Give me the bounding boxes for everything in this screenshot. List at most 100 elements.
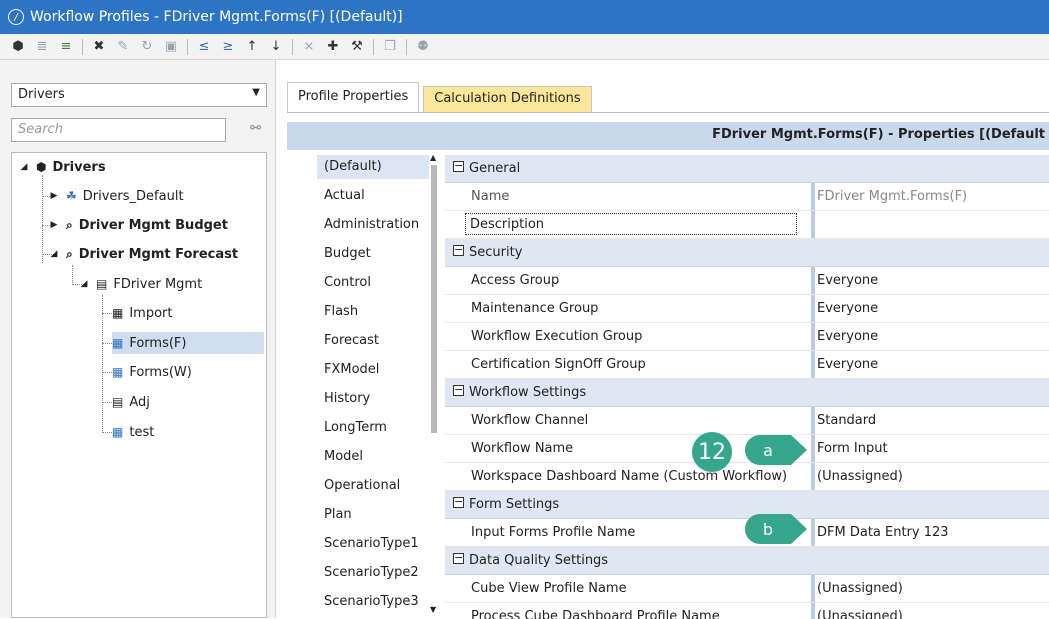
collapse-icon[interactable]: − [453, 244, 464, 256]
app-logo-icon: / [8, 9, 24, 25]
move-in-icon[interactable]: ≤ [192, 36, 216, 58]
collapse-icon[interactable]: − [453, 496, 464, 508]
tree-node-label: Forms(F) [129, 335, 187, 351]
edit-icon[interactable]: ✎ [111, 36, 135, 58]
tree-node-forms-w[interactable]: ▦ Forms(W) [112, 361, 192, 383]
expanded-icon[interactable]: ◢ [18, 162, 30, 172]
move-up-icon[interactable]: ↑ [240, 36, 264, 58]
scenario-type-item[interactable]: Forecast [317, 329, 429, 353]
insert-child-icon[interactable]: ≡ [54, 36, 78, 58]
search-input[interactable]: Search [11, 118, 226, 142]
filter-icon[interactable]: ≣ [30, 36, 54, 58]
properties-header: FDriver Mgmt.Forms(F) - Properties [(Def… [287, 122, 1049, 150]
tab-profile-properties[interactable]: Profile Properties [287, 82, 420, 112]
scenario-type-item[interactable]: Flash [317, 300, 429, 324]
property-grid: − General Name FDriver Mgmt.Forms(F) Des… [445, 155, 1049, 619]
search-box: Search ⚯ [11, 118, 267, 142]
scroll-down-icon[interactable]: ▼ [430, 605, 436, 614]
expanded-icon[interactable]: ◢ [48, 249, 60, 259]
tree-node-drivers[interactable]: ◢ ⬢ Drivers [18, 156, 106, 178]
property-row-certification-signoff-group[interactable]: Certification SignOff Group Everyone [445, 351, 1049, 379]
property-key: Input Forms Profile Name [471, 525, 636, 540]
tree-node-fdriver-mgmt[interactable]: ◢ ▤ FDriver Mgmt [78, 273, 203, 295]
scenario-type-item[interactable]: Administration [317, 213, 429, 237]
scenario-type-item[interactable]: History [317, 387, 429, 411]
property-row-access-group[interactable]: Access Group Everyone [445, 267, 1049, 295]
save-icon[interactable]: ▣ [159, 36, 183, 58]
property-row-maintenance-group[interactable]: Maintenance Group Everyone [445, 295, 1049, 323]
magnifier-icon: ⌕ [66, 246, 73, 261]
scroll-up-icon[interactable]: ▲ [430, 153, 436, 162]
property-row-workspace-dashboard-name[interactable]: Workspace Dashboard Name (Custom Workflo… [445, 463, 1049, 491]
property-key: Workflow Name [471, 441, 574, 456]
scenario-type-item[interactable]: (Default) [317, 155, 429, 179]
scenario-type-item[interactable]: Control [317, 271, 429, 295]
callout-b-arrow [791, 514, 807, 544]
callout-b-label: b [762, 519, 774, 539]
tree-node-drivers-default[interactable]: ▶ ☘ Drivers_Default [48, 185, 184, 207]
left-panel: Drivers ▼ Search ⚯ ◢ ⬢ Drivers ▶ ☘ Drive… [0, 60, 276, 618]
tree-node-forms-f[interactable]: ▦ Forms(F) [112, 332, 264, 354]
scenario-type-item[interactable]: ScenarioType2 [317, 561, 429, 585]
tree-node-adj[interactable]: ▤ Adj [112, 391, 150, 413]
tree-node-driver-mgmt-budget[interactable]: ▶ ⌕ Driver Mgmt Budget [48, 214, 228, 236]
expanded-icon[interactable]: ◢ [78, 279, 90, 289]
scenario-type-item[interactable]: Budget [317, 242, 429, 266]
tree-node-label: Forms(W) [129, 364, 192, 380]
property-value: DFM Data Entry 123 [817, 525, 949, 540]
property-row-cube-view-profile-name[interactable]: Cube View Profile Name (Unassigned) [445, 575, 1049, 603]
add-template-icon[interactable]: ⚒ [345, 36, 369, 58]
category-label: Data Quality Settings [469, 553, 609, 568]
add-child-icon[interactable]: ✚ [321, 36, 345, 58]
scenario-type-item[interactable]: ScenarioType3 [317, 590, 429, 614]
property-row-workflow-channel[interactable]: Workflow Channel Standard [445, 407, 1049, 435]
property-row-name[interactable]: Name FDriver Mgmt.Forms(F) [445, 183, 1049, 211]
refresh-icon[interactable]: ↻ [135, 36, 159, 58]
toolbar: ⬢ ≣ ≡ ✖ ✎ ↻ ▣ ≤ ≥ ↑ ↓ ⨯ ✚ ⚒ ❐ ⚉ [0, 34, 1049, 60]
tree-node-driver-mgmt-forecast[interactable]: ◢ ⌕ Driver Mgmt Forecast [48, 243, 239, 265]
copy-icon[interactable]: ❐ [378, 36, 402, 58]
collapse-icon[interactable]: − [453, 160, 464, 172]
scenario-type-item[interactable]: Model [317, 445, 429, 469]
callout-a: a [745, 435, 791, 465]
search-binoculars-icon[interactable]: ⚉ [411, 36, 435, 58]
move-down-icon[interactable]: ↓ [264, 36, 288, 58]
scenario-type-item[interactable]: ScenarioType1 [317, 532, 429, 556]
profile-tree: ◢ ⬢ Drivers ▶ ☘ Drivers_Default ▶ ⌕ Driv… [11, 152, 267, 618]
property-row-description[interactable]: Description [445, 211, 1049, 239]
search-icon[interactable]: ⚯ [250, 121, 261, 136]
category-row-form-settings[interactable]: − Form Settings [445, 491, 1049, 519]
scenario-type-item[interactable]: LongTerm [317, 416, 429, 440]
scenario-type-item[interactable]: Operational [317, 474, 429, 498]
collapsed-icon[interactable]: ▶ [48, 220, 60, 230]
collapsed-icon[interactable]: ▶ [48, 191, 60, 201]
tree-node-import[interactable]: ▦ Import [112, 302, 173, 324]
cube-icon[interactable]: ⬢ [6, 36, 30, 58]
collapse-icon[interactable]: − [453, 552, 464, 564]
properties-panel: FDriver Mgmt.Forms(F) - Properties [(Def… [287, 112, 1049, 619]
scroll-thumb[interactable] [431, 165, 437, 433]
scenario-type-item[interactable]: Plan [317, 503, 429, 527]
scenario-type-item[interactable]: FXModel [317, 358, 429, 382]
category-label: Workflow Settings [469, 385, 587, 400]
profile-dropdown[interactable]: Drivers ▼ [11, 83, 267, 107]
tree-line [102, 372, 112, 373]
delete-icon[interactable]: ✖ [87, 36, 111, 58]
tree-node-test[interactable]: ▦ test [112, 421, 154, 443]
add-sibling-icon[interactable]: ⨯ [297, 36, 321, 58]
scenario-type-item[interactable]: Actual [317, 184, 429, 208]
category-row-workflow-settings[interactable]: − Workflow Settings [445, 379, 1049, 407]
property-row-workflow-execution-group[interactable]: Workflow Execution Group Everyone [445, 323, 1049, 351]
category-row-general[interactable]: − General [445, 155, 1049, 183]
tab-calculation-definitions[interactable]: Calculation Definitions [423, 86, 592, 112]
callout-step-number: 12 [692, 432, 732, 472]
category-row-data-quality-settings[interactable]: − Data Quality Settings [445, 547, 1049, 575]
title-bar: / Workflow Profiles - FDriver Mgmt.Forms… [0, 0, 1049, 34]
category-row-security[interactable]: − Security [445, 239, 1049, 267]
property-key: Cube View Profile Name [471, 581, 627, 596]
collapse-icon[interactable]: − [453, 384, 464, 396]
scenario-scrollbar[interactable]: ▲ ▼ [429, 153, 439, 619]
tree-line [102, 313, 112, 314]
move-out-icon[interactable]: ≥ [216, 36, 240, 58]
property-row-process-cube-dashboard-profile-name[interactable]: Process Cube Dashboard Profile Name (Una… [445, 603, 1049, 619]
